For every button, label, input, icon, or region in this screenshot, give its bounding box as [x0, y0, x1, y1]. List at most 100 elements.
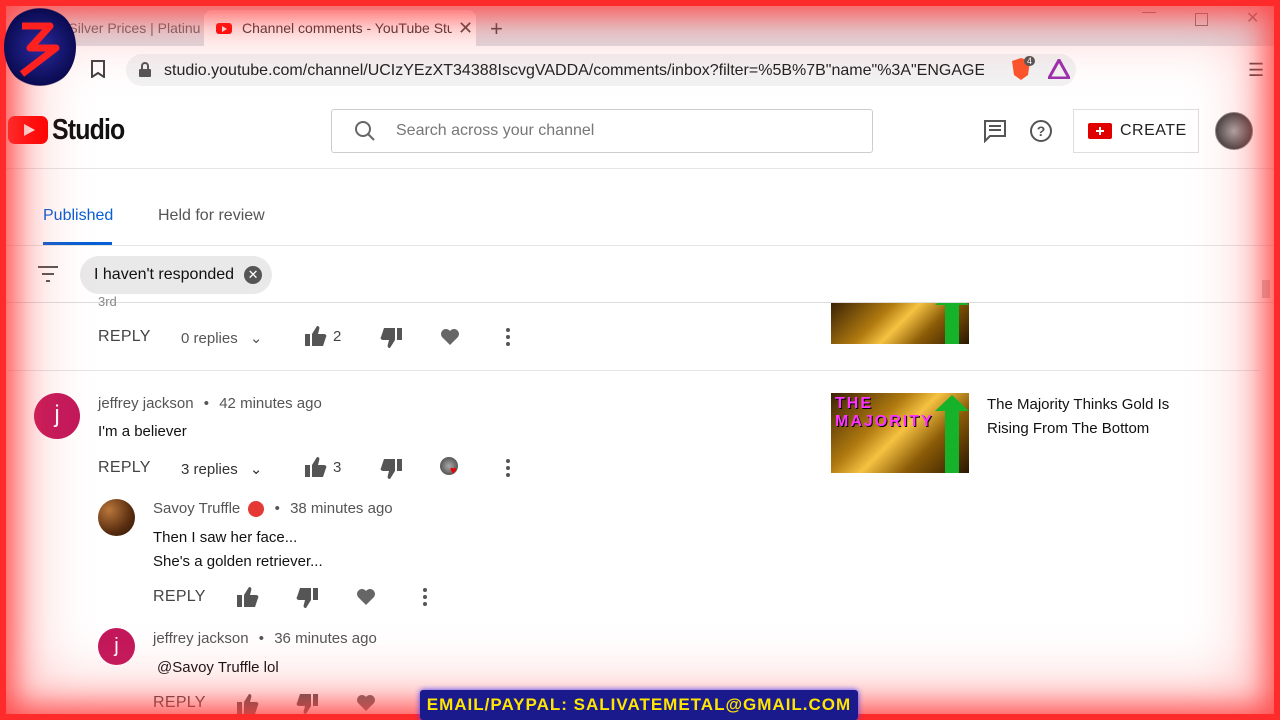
tab-held-label: Held for review [158, 207, 265, 224]
more-options-icon[interactable] [423, 588, 427, 606]
help-icon[interactable]: ? [1029, 119, 1053, 143]
replies-count: 0 replies [181, 330, 238, 347]
like-count: 2 [333, 328, 342, 345]
browser-tab-bar: s | Silver Prices | Platinu Channel comm… [0, 0, 1280, 46]
comment-meta: jeffrey jackson • 42 minutes ago [98, 395, 322, 412]
filter-chip[interactable]: I haven't responded ✕ [80, 256, 273, 294]
partial-comment-text: 3rd [98, 294, 117, 309]
tab-published[interactable]: Published [43, 207, 113, 225]
like-button[interactable] [305, 326, 327, 346]
thumbs-up-icon [305, 457, 327, 477]
reply-text: @Savoy Truffle lol [157, 659, 279, 676]
brave-shield-icon[interactable]: 4 [1010, 56, 1036, 81]
youtube-logo-icon[interactable] [8, 116, 48, 144]
avatar[interactable] [98, 499, 135, 536]
replies-toggle[interactable]: 3 replies ⌄ [181, 460, 262, 478]
comment-author[interactable]: jeffrey jackson [98, 395, 194, 412]
remove-filter-icon[interactable]: ✕ [244, 266, 263, 284]
maximize-icon[interactable] [1195, 13, 1208, 26]
chevron-down-icon: ⌄ [249, 330, 263, 347]
reply-author[interactable]: Savoy Truffle [153, 500, 240, 517]
heart-button[interactable] [440, 328, 460, 346]
thumbs-up-icon [305, 326, 327, 346]
active-tab-indicator [43, 242, 112, 245]
reply-button[interactable]: REPLY [153, 588, 206, 606]
thumbs-up-icon [237, 694, 259, 714]
reply-text-line: She's a golden retriever... [153, 553, 323, 570]
create-button[interactable]: CREATE [1073, 109, 1199, 153]
reply-button[interactable]: REPLY [98, 328, 151, 346]
more-options-icon[interactable] [506, 459, 510, 477]
new-tab-icon[interactable]: + [490, 16, 503, 42]
reply-time[interactable]: 36 minutes ago [274, 630, 377, 647]
heart-icon [441, 329, 459, 345]
reply-author[interactable]: jeffrey jackson [153, 630, 249, 647]
member-badge-icon [248, 501, 265, 518]
thumbs-down-icon [296, 588, 318, 608]
dislike-button[interactable] [296, 588, 318, 608]
scrollbar-thumb[interactable] [1262, 280, 1270, 298]
replies-toggle[interactable]: 0 replies ⌄ [181, 329, 262, 347]
omnibox[interactable]: studio.youtube.com/channel/UCIzYEzXT3438… [126, 54, 1076, 86]
creator-heart-icon[interactable]: ♥ [440, 457, 458, 477]
heart-icon [357, 695, 375, 711]
channel-avatar[interactable] [1215, 112, 1253, 150]
like-button[interactable] [305, 457, 327, 477]
create-label: CREATE [1120, 122, 1187, 139]
reply-meta: Savoy Truffle • 38 minutes ago [153, 500, 393, 518]
brave-rewards-icon[interactable] [1048, 59, 1070, 79]
search-input[interactable]: Search across your channel [331, 109, 873, 153]
heart-icon [357, 589, 375, 605]
reply-button[interactable]: REPLY [153, 694, 206, 712]
dislike-button[interactable] [296, 694, 318, 714]
reply-meta: jeffrey jackson • 36 minutes ago [153, 630, 377, 647]
tab-close-icon[interactable]: ✕ [458, 18, 473, 39]
filter-chip-label: I haven't responded [94, 266, 235, 283]
heart-button[interactable] [356, 694, 376, 712]
comment-time[interactable]: 42 minutes ago [219, 395, 322, 412]
dislike-button[interactable] [380, 459, 402, 479]
filter-bar: I haven't responded ✕ [0, 246, 1280, 303]
address-bar: studio.youtube.com/channel/UCIzYEzXT3438… [0, 46, 1280, 95]
avatar[interactable]: j [34, 393, 80, 439]
like-button[interactable] [237, 694, 259, 714]
reply-time[interactable]: 38 minutes ago [290, 500, 393, 517]
video-thumbnail[interactable] [831, 303, 969, 344]
thumbs-down-icon [380, 459, 402, 479]
video-camera-icon [1088, 123, 1112, 139]
comment-divider [8, 370, 1260, 371]
comments-tab-bar: Published Held for review [0, 169, 1280, 246]
reply-text-line: Then I saw her face... [153, 529, 298, 546]
reply-button[interactable]: REPLY [98, 459, 151, 477]
minimize-icon[interactable] [1142, 12, 1156, 14]
search-placeholder: Search across your channel [396, 122, 595, 139]
thumbs-down-icon [296, 694, 318, 714]
channel-watermark-logo [4, 6, 76, 88]
comment-text: I'm a believer [98, 423, 187, 440]
close-window-icon[interactable]: ✕ [1246, 8, 1259, 28]
tab-published-label: Published [43, 207, 114, 224]
search-icon [354, 120, 376, 142]
browser-menu-icon[interactable]: ☰ [1248, 60, 1264, 81]
video-title[interactable]: The Majority Thinks Gold Is Rising From … [987, 393, 1187, 441]
tab-label: Channel comments - YouTube Stu [242, 20, 452, 36]
chevron-down-icon: ⌄ [249, 461, 263, 478]
video-thumbnail[interactable]: THE MAJORITY [831, 393, 969, 473]
heart-button[interactable] [356, 588, 376, 606]
contact-banner: EMAIL/PAYPAL: SALIVATEMETAL@GMAIL.COM [420, 690, 858, 720]
tab-held-for-review[interactable]: Held for review [158, 207, 265, 225]
dislike-button[interactable] [380, 328, 402, 348]
avatar[interactable]: j [98, 628, 135, 665]
svg-text:?: ? [1037, 123, 1046, 139]
bookmark-icon[interactable] [90, 60, 106, 78]
thumbs-down-icon [380, 328, 402, 348]
feedback-icon[interactable] [983, 119, 1007, 143]
browser-tab-channel-comments[interactable]: Channel comments - YouTube Stu ✕ [204, 10, 476, 46]
filter-icon[interactable] [37, 265, 59, 283]
studio-logo-text[interactable]: Studio [52, 114, 125, 147]
more-options-icon[interactable] [506, 328, 510, 346]
like-button[interactable] [237, 587, 259, 607]
extension-badge: 4 [1024, 56, 1036, 66]
lock-icon [138, 62, 152, 78]
url-text: studio.youtube.com/channel/UCIzYEzXT3438… [164, 62, 984, 79]
